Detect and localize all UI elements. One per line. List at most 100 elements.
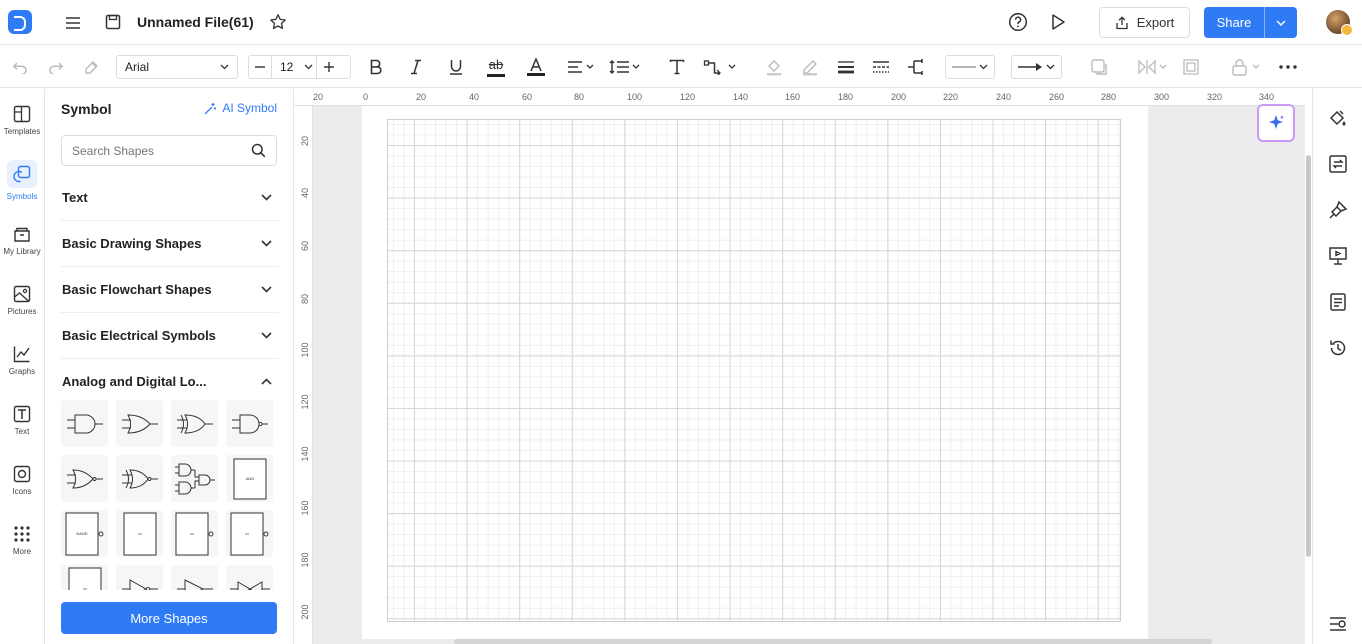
rail-item-symbols[interactable]: Symbols <box>0 153 44 207</box>
app-logo-icon[interactable] <box>8 10 32 34</box>
more-options-icon[interactable] <box>1277 55 1299 79</box>
share-dropdown-icon[interactable] <box>1265 20 1297 26</box>
font-size-increase-icon[interactable] <box>317 56 341 78</box>
ruler-tick: 60 <box>522 92 533 102</box>
inverter-chip-shape[interactable] <box>171 510 218 557</box>
or-gate-shape[interactable] <box>116 400 163 447</box>
chip-label: NAND <box>76 531 87 536</box>
line-style-icon[interactable] <box>870 55 892 79</box>
line-begin-select[interactable] <box>945 55 995 79</box>
rail-label: More <box>12 546 32 556</box>
font-color-icon[interactable] <box>525 55 547 79</box>
ai-symbol-label: AI Symbol <box>222 101 277 115</box>
notes-icon[interactable] <box>1327 291 1349 313</box>
rail-item-more[interactable]: More <box>0 513 44 567</box>
font-size-decrease-icon[interactable] <box>249 56 271 78</box>
not-gate-shape[interactable] <box>116 565 163 590</box>
category-basic-drawing-shapes[interactable]: Basic Drawing Shapes <box>45 220 294 266</box>
strikethrough-text-icon[interactable]: ab <box>484 55 508 79</box>
help-icon[interactable] <box>1007 11 1029 33</box>
flip-icon[interactable] <box>1136 55 1170 79</box>
rail-item-graphs[interactable]: Graphs <box>0 333 44 387</box>
format-painter-icon[interactable] <box>81 55 103 79</box>
ruler-tick: 180 <box>838 92 854 102</box>
lock-icon[interactable] <box>1229 55 1265 79</box>
rail-item-pictures[interactable]: Pictures <box>0 273 44 327</box>
history-icon[interactable] <box>1327 337 1349 359</box>
search-icon[interactable] <box>251 143 266 158</box>
line-color-icon[interactable] <box>799 55 821 79</box>
bold-icon[interactable] <box>366 55 386 79</box>
buffer-chip-shape[interactable] <box>116 510 163 557</box>
share-button[interactable]: Share <box>1204 7 1297 38</box>
divider <box>527 73 545 76</box>
menu-icon[interactable] <box>63 13 83 33</box>
fill-color-icon[interactable] <box>763 55 785 79</box>
font-size-value[interactable]: 12 <box>272 60 300 74</box>
theme-brush-icon[interactable] <box>1327 199 1349 221</box>
shadow-icon[interactable] <box>1088 55 1112 79</box>
chevron-down-icon <box>261 193 272 201</box>
redo-icon[interactable] <box>46 55 66 79</box>
connection-point-icon[interactable] <box>906 55 930 79</box>
export-button[interactable]: Export <box>1099 7 1190 38</box>
font-family-select[interactable]: Arial <box>116 55 238 79</box>
fill-style-icon[interactable] <box>1327 107 1349 129</box>
file-title[interactable]: Unnamed File(61) <box>137 14 254 30</box>
category-basic-flowchart-shapes[interactable]: Basic Flowchart Shapes <box>45 266 294 312</box>
vertical-scrollbar[interactable] <box>1306 155 1311 557</box>
nand-chip-shape[interactable]: NAND <box>61 510 108 557</box>
buffer-gate-shape[interactable] <box>171 565 218 590</box>
ai-assistant-button[interactable] <box>1257 104 1295 142</box>
search-box <box>61 135 277 166</box>
page-grid[interactable] <box>387 119 1121 622</box>
and-chip-shape[interactable]: AND <box>226 455 273 502</box>
symbol-panel: Symbol AI Symbol Text Basic Drawing Shap… <box>45 89 294 644</box>
horizontal-scrollbar[interactable] <box>454 639 1212 644</box>
underline-icon[interactable] <box>446 55 466 79</box>
text-icon <box>13 405 31 423</box>
save-icon[interactable] <box>103 12 123 32</box>
line-spacing-icon[interactable] <box>608 55 642 79</box>
presentation-icon[interactable] <box>1327 245 1349 267</box>
not-chip-shape[interactable] <box>226 510 273 557</box>
xor-gate-shape[interactable] <box>171 400 218 447</box>
group-icon[interactable] <box>1180 55 1202 79</box>
arrow-style-select[interactable] <box>1011 55 1062 79</box>
category-analog-digital-logic[interactable]: Analog and Digital Lo... <box>45 358 294 404</box>
search-input[interactable] <box>72 143 242 158</box>
xnor-gate-shape[interactable] <box>116 455 163 502</box>
transmission-gate-shape[interactable] <box>226 565 273 590</box>
connector-icon[interactable] <box>702 55 740 79</box>
ruler-tick: 120 <box>300 394 310 410</box>
ruler-tick: 280 <box>1101 92 1117 102</box>
play-icon[interactable] <box>1047 11 1069 33</box>
category-basic-electrical-symbols[interactable]: Basic Electrical Symbols <box>45 312 294 358</box>
user-avatar[interactable] <box>1326 10 1353 36</box>
chevron-down-icon[interactable] <box>300 64 316 70</box>
ruler-tick: 180 <box>300 552 310 568</box>
chip-shape[interactable] <box>61 565 108 590</box>
page-setup-icon[interactable] <box>1327 153 1349 175</box>
more-shapes-button[interactable]: More Shapes <box>61 602 277 634</box>
nor-gate-shape[interactable] <box>61 455 108 502</box>
category-text[interactable]: Text <box>45 174 294 220</box>
chevron-down-icon <box>261 331 272 339</box>
settings-sliders-icon[interactable] <box>1327 613 1349 635</box>
undo-icon[interactable] <box>10 55 30 79</box>
rail-item-text[interactable]: Text <box>0 393 44 447</box>
rail-item-library[interactable]: My Library <box>0 213 44 267</box>
line-weight-icon[interactable] <box>835 55 857 79</box>
nand-gate-shape[interactable] <box>226 400 273 447</box>
text-tool-icon[interactable] <box>666 55 688 79</box>
rail-item-templates[interactable]: Templates <box>0 93 44 147</box>
logic-circuit-shape[interactable] <box>171 455 218 502</box>
and-gate-shape[interactable] <box>61 400 108 447</box>
ai-symbol-link[interactable]: AI Symbol <box>204 101 277 115</box>
rail-label: Icons <box>12 486 32 496</box>
italic-icon[interactable] <box>406 55 426 79</box>
ruler-tick: 140 <box>300 446 310 462</box>
align-icon[interactable] <box>565 55 597 79</box>
star-icon[interactable] <box>268 12 288 32</box>
rail-item-icons[interactable]: Icons <box>0 453 44 507</box>
